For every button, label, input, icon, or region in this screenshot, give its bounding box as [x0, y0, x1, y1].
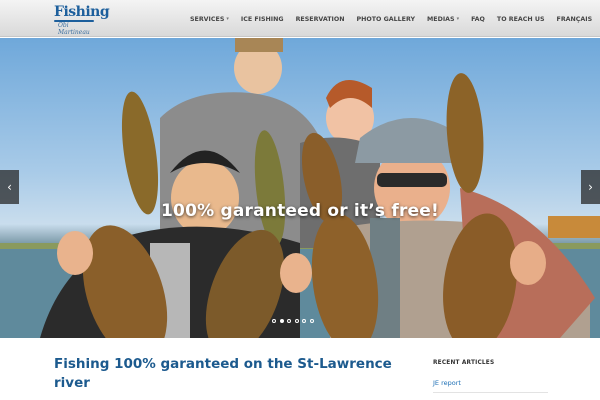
nav-item-photo-gallery[interactable]: PHOTO GALLERY [357, 14, 416, 24]
slider-next-button[interactable]: › [581, 170, 600, 204]
hero-photo [0, 38, 600, 338]
slider-dot[interactable] [279, 319, 284, 323]
chevron-down-icon: ▾ [226, 16, 229, 22]
slider-dot[interactable] [294, 319, 299, 323]
nav-item-to-reach-us[interactable]: TO REACH US [497, 14, 545, 24]
site-header: Fishing Obi Martineau SERVICES ▾ ICE FISH… [0, 0, 600, 37]
slider-pagination [272, 319, 317, 323]
slide-caption: 100% garanteed or it’s free! [161, 201, 439, 221]
logo-text: Fishing [54, 4, 110, 20]
recent-article-link[interactable]: JE report [433, 379, 461, 387]
nav-item-medias[interactable]: MEDIAS ▾ [427, 14, 459, 24]
slider-prev-button[interactable]: ‹ [0, 170, 19, 204]
slider-dot[interactable] [302, 319, 306, 323]
nav-item-faq[interactable]: FAQ [471, 14, 485, 24]
main-navigation: SERVICES ▾ ICE FISHING RESERVATION PHOTO … [190, 14, 600, 24]
nav-item-reservation[interactable]: RESERVATION [296, 14, 345, 24]
nav-item-francais[interactable]: FRANÇAIS [557, 14, 593, 24]
chevron-left-icon: ‹ [7, 180, 12, 194]
nav-item-services[interactable]: SERVICES ▾ [190, 14, 229, 24]
chevron-down-icon: ▾ [456, 16, 460, 22]
page-title: Fishing 100% garanteed on the St-Lawrenc… [54, 356, 392, 391]
slider-dot[interactable] [272, 319, 276, 323]
hero-slider: 100% garanteed or it’s free! ‹ › [0, 38, 600, 338]
logo-subtitle: Obi Martineau [58, 22, 90, 36]
slider-dot[interactable] [309, 319, 314, 323]
slider-dot[interactable] [287, 319, 291, 323]
chevron-right-icon: › [588, 180, 593, 194]
recent-articles-heading: RECENT ARTICLES [433, 360, 495, 366]
nav-item-ice-fishing[interactable]: ICE FISHING [241, 14, 284, 24]
site-logo[interactable]: Fishing Obi Martineau [54, 4, 110, 36]
sidebar-divider [433, 392, 548, 393]
